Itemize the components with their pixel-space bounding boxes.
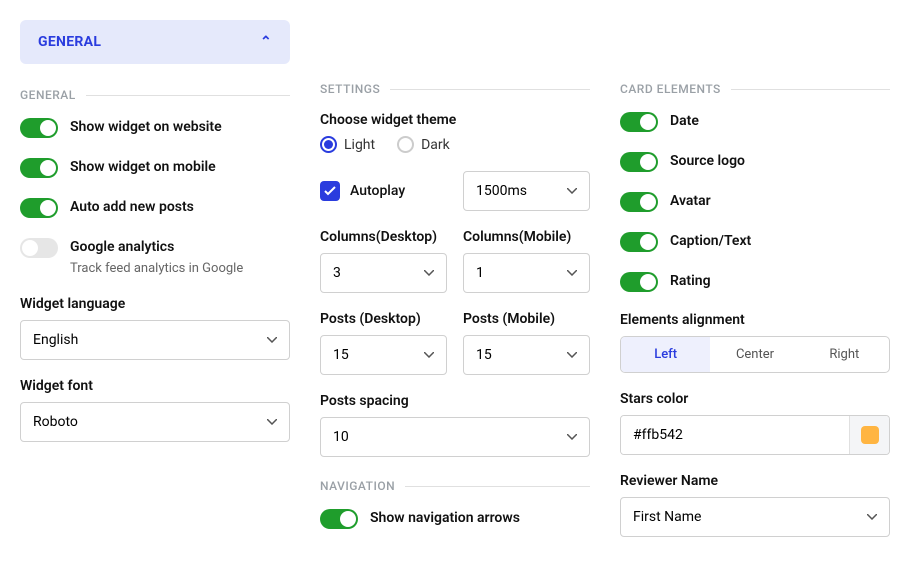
toggle-label: Auto add new posts [70, 199, 194, 215]
radio-icon [397, 136, 414, 153]
toggle-avatar[interactable] [620, 192, 658, 212]
toggle-date[interactable] [620, 112, 658, 132]
widget-language-select[interactable]: English [20, 320, 290, 360]
spacing-label: Posts spacing [320, 393, 590, 409]
toggle-label: Caption/Text [670, 233, 751, 249]
alignment-segmented: Left Center Right [620, 336, 890, 373]
section-general-title: GENERAL [20, 88, 76, 102]
divider [731, 89, 890, 90]
posts-mobile-select[interactable]: 15 [463, 335, 590, 375]
autoplay-checkbox[interactable] [320, 181, 340, 201]
radio-light-label: Light [344, 137, 375, 153]
posts-desktop-select[interactable]: 15 [320, 335, 447, 375]
accordion-general[interactable]: GENERAL ⌃ [20, 20, 290, 64]
divider [86, 95, 290, 96]
radio-dark-label: Dark [421, 137, 450, 153]
widget-font-label: Widget font [20, 378, 290, 394]
toggle-auto-add-posts[interactable] [20, 198, 58, 218]
alignment-label: Elements alignment [620, 312, 890, 328]
cols-desktop-select[interactable]: 3 [320, 253, 447, 293]
toggle-label: Date [670, 113, 699, 129]
seg-center[interactable]: Center [710, 337, 799, 372]
toggle-label: Avatar [670, 193, 711, 209]
autoplay-label: Autoplay [350, 183, 405, 199]
toggle-google-analytics[interactable] [20, 238, 58, 258]
seg-left[interactable]: Left [621, 337, 710, 372]
accordion-title: GENERAL [38, 34, 101, 50]
theme-label: Choose widget theme [320, 112, 590, 128]
widget-language-label: Widget language [20, 296, 290, 312]
section-card-elements-title: CARD ELEMENTS [620, 82, 721, 96]
cols-mobile-label: Columns(Mobile) [463, 229, 590, 245]
color-swatch-button[interactable] [849, 416, 889, 454]
posts-mobile-label: Posts (Mobile) [463, 311, 590, 327]
spacing-select[interactable]: 10 [320, 417, 590, 457]
reviewer-name-select[interactable]: First Name [620, 497, 890, 537]
toggle-desc: Track feed analytics in Google [70, 261, 243, 276]
autoplay-select[interactable]: 1500ms [463, 171, 590, 211]
toggle-label: Show widget on website [70, 119, 222, 135]
section-settings-title: SETTINGS [320, 82, 380, 96]
stars-color-label: Stars color [620, 391, 890, 407]
toggle-source-logo[interactable] [620, 152, 658, 172]
radio-icon [320, 136, 337, 153]
toggle-caption[interactable] [620, 232, 658, 252]
chevron-up-icon: ⌃ [260, 34, 272, 50]
divider [390, 89, 590, 90]
color-swatch-icon [861, 426, 879, 444]
toggle-show-on-website[interactable] [20, 118, 58, 138]
widget-font-select[interactable]: Roboto [20, 402, 290, 442]
radio-dark[interactable]: Dark [397, 136, 450, 153]
seg-right[interactable]: Right [800, 337, 889, 372]
toggle-label: Source logo [670, 153, 745, 169]
toggle-nav-arrows[interactable] [320, 509, 358, 529]
divider [405, 486, 590, 487]
stars-color-input[interactable] [621, 416, 849, 454]
posts-desktop-label: Posts (Desktop) [320, 311, 447, 327]
cols-mobile-select[interactable]: 1 [463, 253, 590, 293]
radio-light[interactable]: Light [320, 136, 375, 153]
cols-desktop-label: Columns(Desktop) [320, 229, 447, 245]
toggle-label: Show navigation arrows [370, 510, 520, 526]
toggle-label: Rating [670, 273, 711, 289]
check-icon [324, 186, 336, 196]
reviewer-name-label: Reviewer Name [620, 473, 890, 489]
toggle-label: Google analytics [70, 239, 243, 255]
toggle-rating[interactable] [620, 272, 658, 292]
toggle-show-on-mobile[interactable] [20, 158, 58, 178]
toggle-label: Show widget on mobile [70, 159, 216, 175]
section-navigation-title: NAVIGATION [320, 479, 395, 493]
